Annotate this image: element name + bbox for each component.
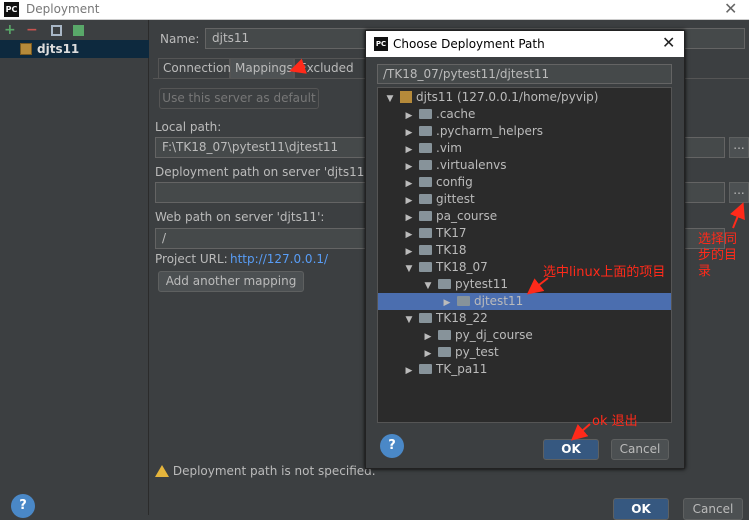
arrow-to-mappings-tab xyxy=(289,58,307,74)
arrow-to-browse-button xyxy=(730,202,745,229)
arrow-to-djtest11 xyxy=(526,277,549,295)
arrow-to-dialog-ok xyxy=(570,423,591,441)
annotation-arrows xyxy=(289,58,745,441)
